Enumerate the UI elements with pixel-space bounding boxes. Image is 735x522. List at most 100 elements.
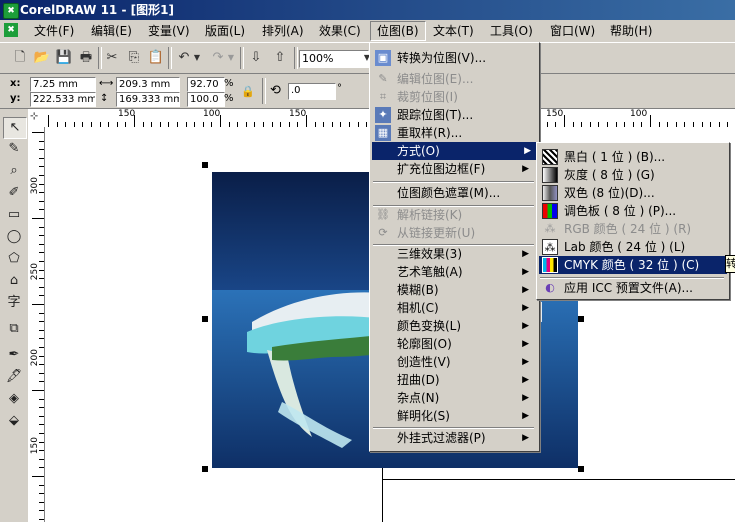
interactive-blend-tool-icon[interactable]: ⧉	[3, 319, 25, 339]
ruler-tick	[39, 433, 44, 434]
menu-item-resample[interactable]: ▦ 重取样(R)...	[372, 124, 535, 142]
scale-y-field[interactable]: 100.0	[187, 92, 225, 107]
menu-item-art-strokes[interactable]: 艺术笔触(A) ▶	[372, 263, 535, 281]
selection-handle-middle-left[interactable]	[202, 316, 208, 322]
menu-item-blur[interactable]: 模糊(B) ▶	[372, 281, 535, 299]
copy-icon[interactable]: ⎘	[124, 48, 144, 68]
menu-arrange[interactable]: 排列(A)	[256, 22, 310, 40]
menu-item-color-transform[interactable]: 颜色变换(L) ▶	[372, 317, 535, 335]
selection-handle-top-left[interactable]	[202, 162, 208, 168]
redo-dropdown-icon[interactable]: ▼	[226, 48, 236, 68]
trace-bitmap-icon: ✦	[375, 107, 391, 123]
width-field[interactable]: 209.3 mm	[116, 77, 180, 92]
percent-label: %	[224, 78, 234, 89]
export-icon[interactable]: ⇧	[270, 48, 290, 68]
polygon-tool-icon[interactable]: ⬠	[3, 249, 25, 269]
document-icon[interactable]: ✖	[4, 23, 18, 37]
ruler-tick	[32, 304, 44, 305]
menu-item-trace-bitmap[interactable]: ✦ 跟踪位图(T)...	[372, 106, 535, 124]
toolbar-separator	[240, 47, 244, 69]
submenu-arrow-icon: ▶	[522, 285, 529, 295]
text-tool-icon[interactable]: 字	[3, 293, 25, 313]
lab-icon: ⁂	[542, 239, 558, 255]
menu-item-apply-icc[interactable]: ◐ 应用 ICC 预置文件(A)...	[539, 279, 725, 297]
lock-ratio-icon[interactable]: 🔒	[238, 82, 258, 102]
resample-icon: ▦	[375, 125, 391, 141]
height-field[interactable]: 169.333 mm	[116, 92, 180, 107]
submenu-arrow-icon: ▶	[522, 411, 529, 421]
menu-item-cmyk[interactable]: CMYK 颜色 ( 32 位 ) (C)	[539, 256, 727, 274]
menu-item-paletted[interactable]: 调色板 ( 8 位 ) (P)...	[539, 202, 725, 220]
outline-tool-icon[interactable]: 🖋	[3, 367, 25, 387]
menu-item-update-from-link[interactable]: ⟳ 从链接更新(U)	[372, 224, 535, 242]
menu-help[interactable]: 帮助(H)	[604, 22, 658, 40]
save-icon[interactable]: 💾	[54, 48, 74, 68]
rectangle-tool-icon[interactable]: ▭	[3, 205, 25, 225]
menu-item-noise[interactable]: 杂点(N) ▶	[372, 389, 535, 407]
menu-item-bitmap-color-mask[interactable]: 位图颜色遮罩(M)...	[372, 184, 535, 202]
menu-layout[interactable]: 版面(L)	[199, 22, 251, 40]
pick-tool-icon[interactable]: ↖	[3, 117, 27, 139]
menu-item-distort[interactable]: 扭曲(D) ▶	[372, 371, 535, 389]
x-label: x:	[10, 78, 21, 89]
fill-tool-icon[interactable]: ◈	[3, 389, 25, 409]
undo-icon[interactable]: ↶	[174, 48, 194, 68]
zoom-tool-icon[interactable]: ⌕	[3, 161, 25, 181]
menu-view[interactable]: 变量(V)	[142, 22, 196, 40]
tooltip: 转	[725, 255, 735, 273]
menu-item-sharpen[interactable]: 鲜明化(S) ▶	[372, 407, 535, 425]
paste-icon[interactable]: 📋	[146, 48, 166, 68]
menu-item-edit-bitmap[interactable]: ✎ 编辑位图(E)...	[372, 70, 535, 88]
menu-item-contour[interactable]: 轮廓图(O) ▶	[372, 335, 535, 353]
menu-file[interactable]: 文件(F)	[28, 22, 80, 40]
menu-item-rgb[interactable]: ⁂ RGB 颜色 ( 24 位 ) (R)	[539, 220, 725, 238]
menu-item-mode[interactable]: 方式(O) ▶	[372, 142, 537, 160]
print-icon[interactable]: 🖶	[76, 48, 96, 68]
y-position-field[interactable]: 222.533 mm	[30, 92, 96, 107]
selection-handle-middle-right[interactable]	[578, 316, 584, 322]
zoom-level-field[interactable]: 100%	[299, 50, 369, 68]
menu-bitmaps[interactable]: 位图(B)	[370, 21, 426, 41]
ruler-tick	[39, 329, 44, 331]
menu-item-lab[interactable]: ⁂ Lab 颜色 ( 24 位 ) (L)	[539, 238, 725, 256]
width-icon: ⟷	[99, 78, 114, 89]
vertical-ruler[interactable]: 300 250 200 150	[28, 127, 45, 522]
interactive-fill-tool-icon[interactable]: ⬙	[3, 411, 25, 431]
menu-item-grayscale[interactable]: 灰度 ( 8 位 ) (G)	[539, 166, 725, 184]
rgb-icon: ⁂	[544, 222, 556, 235]
new-file-icon[interactable]: 🗋	[10, 48, 30, 68]
freehand-tool-icon[interactable]: ✐	[3, 183, 25, 203]
x-position-field[interactable]: 7.25 mm	[30, 77, 96, 92]
menu-item-convert-to-bitmap[interactable]: ▣ 转换为位图(V)...	[372, 49, 535, 67]
menu-item-black-white[interactable]: 黑白 ( 1 位 ) (B)...	[539, 148, 725, 166]
menu-item-inflate-bitmap[interactable]: 扩充位图边框(F) ▶	[372, 160, 535, 178]
selection-handle-bottom-left[interactable]	[202, 466, 208, 472]
shape-tool-icon[interactable]: ✎	[3, 139, 25, 159]
selection-handle-bottom-right[interactable]	[578, 466, 584, 472]
menu-item-break-link[interactable]: ⛓ 解析链接(K)	[372, 206, 535, 224]
rotation-angle-field[interactable]: .0	[288, 83, 336, 100]
menu-item-crop-bitmap[interactable]: ⌗ 裁剪位图(I)	[372, 88, 535, 106]
menu-item-3d-effects[interactable]: 三维效果(3) ▶	[372, 245, 535, 263]
ruler-tick	[39, 493, 44, 495]
redo-icon[interactable]: ↷	[208, 48, 228, 68]
menu-text[interactable]: 文本(T)	[427, 22, 480, 40]
basic-shapes-tool-icon[interactable]: ⌂	[3, 271, 25, 291]
menu-effects[interactable]: 效果(C)	[313, 22, 367, 40]
ellipse-tool-icon[interactable]: ◯	[3, 227, 25, 247]
menu-item-creative[interactable]: 创造性(V) ▶	[372, 353, 535, 371]
ruler-tick	[220, 115, 221, 127]
import-icon[interactable]: ⇩	[246, 48, 266, 68]
toolbar-separator	[168, 47, 172, 69]
menu-tools[interactable]: 工具(O)	[484, 22, 539, 40]
menu-edit[interactable]: 编辑(E)	[85, 22, 138, 40]
undo-dropdown-icon[interactable]: ▼	[192, 48, 202, 68]
menu-item-duotone[interactable]: 双色 (8 位)(D)...	[539, 184, 725, 202]
menu-window[interactable]: 窗口(W)	[544, 22, 601, 40]
menu-item-plugins[interactable]: 外挂式过滤器(P) ▶	[372, 429, 535, 447]
scale-x-field[interactable]: 92.70	[187, 77, 225, 92]
cut-icon[interactable]: ✂	[102, 48, 122, 68]
eyedropper-tool-icon[interactable]: ✒	[3, 345, 25, 365]
open-file-icon[interactable]: 📂	[32, 48, 52, 68]
menu-item-camera[interactable]: 相机(C) ▶	[372, 299, 535, 317]
